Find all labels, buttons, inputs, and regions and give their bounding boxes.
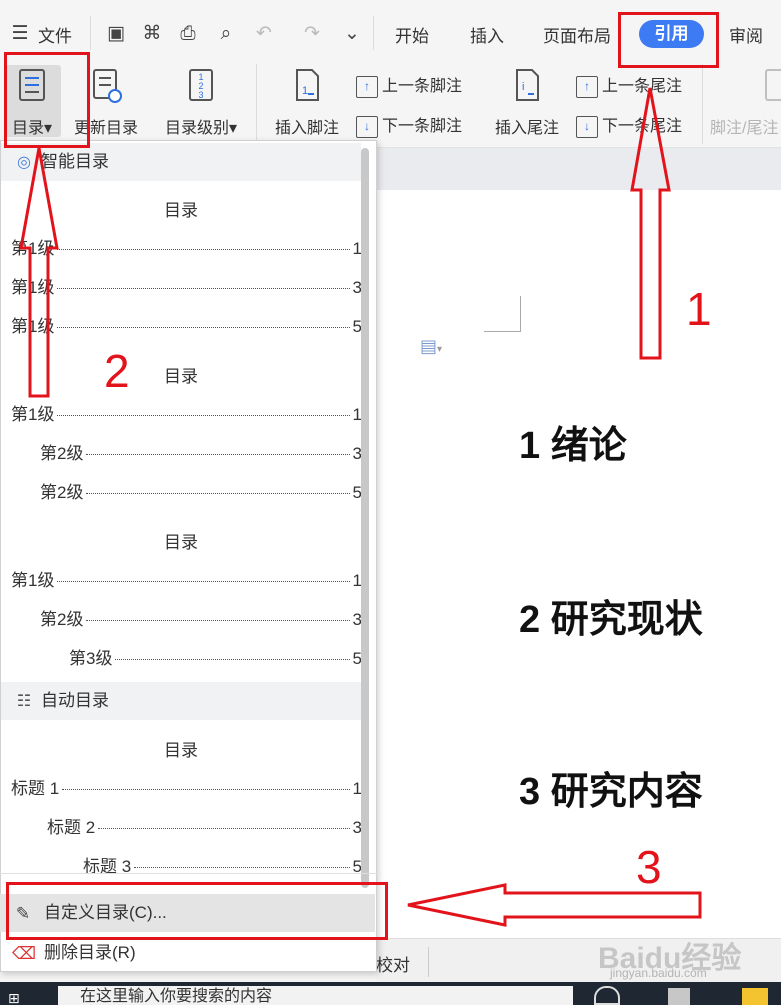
svg-text:1: 1 xyxy=(302,85,308,97)
up-arrow-icon: ↑ xyxy=(576,75,598,98)
prev-footnote-button[interactable]: ↑ 上一条脚注 xyxy=(356,72,462,98)
delete-toc-icon: ⌫ xyxy=(12,943,37,963)
toc-preview-line[interactable]: 第1级 5 xyxy=(11,312,362,337)
separator xyxy=(702,64,703,144)
heading-1: 1 绪论 xyxy=(519,425,627,467)
annotation-box-references xyxy=(618,12,719,68)
toc-preview-line[interactable]: 第2级 5 xyxy=(40,478,362,503)
toc-preview-line[interactable]: 第2级 3 xyxy=(40,605,362,630)
footnote-endnote-label: 脚注/尾注 xyxy=(710,120,779,137)
toc-preview-line[interactable]: 标题 11 xyxy=(11,774,362,799)
divider xyxy=(0,873,377,874)
auto-toc-icon: ☷ xyxy=(16,692,32,710)
dropdown-scrollbar[interactable] xyxy=(361,148,369,888)
toc-level-label: 目录级别▾ xyxy=(164,120,238,137)
toc-preview-line[interactable]: 第2级 3 xyxy=(40,439,362,464)
tray-app-icon[interactable] xyxy=(668,988,690,1005)
toc-preview-title: 目录 xyxy=(164,533,198,552)
annotation-box-custom-toc xyxy=(6,882,388,940)
undo-icon[interactable]: ↶ xyxy=(252,22,276,46)
watermark-url: jingyan.baidu.com xyxy=(610,966,707,980)
insert-endnote-button[interactable]: i 插入尾注 xyxy=(490,68,564,138)
auto-toc-header: ☷ 自动目录 xyxy=(1,682,361,720)
customize-dropdown-icon[interactable]: ⌄ xyxy=(340,22,364,46)
separator xyxy=(428,947,429,977)
next-footnote-button[interactable]: ↓ 下一条脚注 xyxy=(356,112,462,138)
annotation-number-1: 1 xyxy=(686,283,712,335)
prev-endnote-button[interactable]: ↑ 上一条尾注 xyxy=(576,72,682,98)
toc-preview-line[interactable]: 第1级 3 xyxy=(11,273,362,298)
down-arrow-icon: ↓ xyxy=(356,115,378,138)
smart-toc-icon: ◎ xyxy=(17,153,31,171)
toc-preview-title: 目录 xyxy=(164,367,198,386)
separator xyxy=(373,16,374,50)
annotation-box-toc xyxy=(4,52,90,148)
print-icon[interactable]: ⎙ xyxy=(176,22,200,46)
tab-page-layout[interactable]: 页面布局 xyxy=(543,22,611,47)
toc-dropdown-panel: ◎ 智能目录 目录 第1级 1 第1级 3 第1级 5 目录 第1级 1 第2级 3 第2级… xyxy=(0,140,377,972)
tab-insert[interactable]: 插入 xyxy=(470,22,504,47)
hamburger-menu-icon[interactable]: ☰ xyxy=(8,22,32,46)
toc-preview-line[interactable]: 第3级 5 xyxy=(69,644,362,669)
file-menu[interactable]: 文件 xyxy=(38,22,72,47)
insert-footnote-icon: 1 xyxy=(296,69,319,101)
toc-preview-line[interactable]: 第1级 1 xyxy=(11,566,362,591)
folder-icon[interactable] xyxy=(742,988,768,1005)
footnote-endnote-icon xyxy=(765,69,781,101)
heading-3: 3 研究内容 xyxy=(519,771,703,813)
toc-preview-line[interactable]: 第1级 1 xyxy=(11,234,362,259)
insert-endnote-icon: i xyxy=(516,69,539,101)
insert-footnote-label: 插入脚注 xyxy=(274,120,339,137)
footnote-endnote-button[interactable]: 脚注/尾注 xyxy=(710,68,781,138)
proofread-button[interactable]: 校对 xyxy=(376,951,410,976)
toc-preview-title: 目录 xyxy=(164,201,198,220)
save-icon[interactable]: ▣ xyxy=(104,22,128,46)
print-preview-icon[interactable]: ⌕ xyxy=(214,22,238,46)
paste-options-icon[interactable]: ▤▾ xyxy=(420,336,442,357)
toc-level-icon: 1 2 3 xyxy=(189,69,213,101)
toc-preview-line[interactable]: 标题 23 xyxy=(47,813,362,838)
taskbar-search-input[interactable]: 在这里输入你要搜索的内容 xyxy=(58,986,573,1005)
windows-start-icon[interactable]: ⊞ xyxy=(8,990,20,1005)
redo-icon[interactable]: ↷ xyxy=(300,22,324,46)
svg-text:3: 3 xyxy=(198,90,203,100)
svg-text:i: i xyxy=(522,81,524,93)
toc-level-button[interactable]: 1 2 3 目录级别▾ xyxy=(156,68,246,138)
annotation-number-3: 3 xyxy=(636,841,662,893)
document-page[interactable] xyxy=(376,190,781,942)
separator xyxy=(90,16,91,50)
toc-preview-line[interactable]: 第1级 1 xyxy=(11,400,362,425)
down-arrow-icon: ↓ xyxy=(576,115,598,138)
toc-preview-title: 目录 xyxy=(164,741,198,760)
tray-app-icon[interactable] xyxy=(594,986,620,1005)
up-arrow-icon: ↑ xyxy=(356,75,378,98)
smart-toc-header: ◎ 智能目录 xyxy=(1,143,361,181)
annotation-number-2: 2 xyxy=(104,345,130,397)
heading-2: 2 研究现状 xyxy=(519,599,703,641)
insert-endnote-label: 插入尾注 xyxy=(494,120,559,137)
tab-review[interactable]: 审阅 xyxy=(729,22,763,47)
page-corner-mark xyxy=(484,296,521,332)
format-painter-icon[interactable]: ⌘ xyxy=(140,22,164,46)
tab-home[interactable]: 开始 xyxy=(395,22,429,47)
insert-footnote-button[interactable]: 1 插入脚注 xyxy=(270,68,344,138)
update-toc-icon xyxy=(93,69,122,103)
separator xyxy=(256,64,257,144)
next-endnote-button[interactable]: ↓ 下一条尾注 xyxy=(576,112,682,138)
